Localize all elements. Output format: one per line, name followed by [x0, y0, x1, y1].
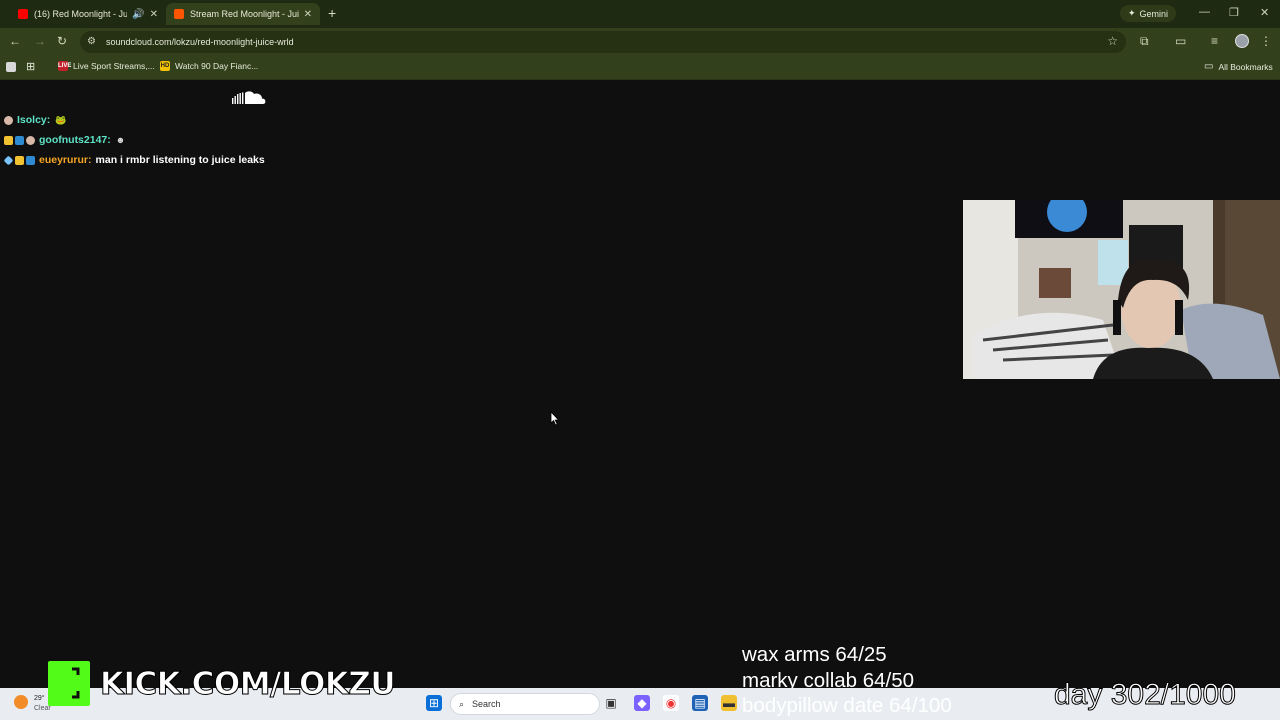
tab-strip: (16) Red Moonlight - Juice 🔊 ✕ Stream Re… [0, 0, 1280, 28]
speaker-icon[interactable]: 🔊 [132, 9, 144, 20]
bookmark-star-icon[interactable]: ☆ [1107, 34, 1118, 48]
live-icon: LIVE [58, 61, 72, 71]
hd-icon: HD [160, 61, 170, 71]
crown-badge-icon [15, 155, 24, 165]
sword-badge-icon [3, 155, 14, 165]
chat-username: goofnuts2147: [39, 134, 111, 146]
emote-icon: ☻ [115, 135, 126, 145]
close-tab-icon[interactable]: ✕ [304, 9, 312, 20]
webcam-feed [963, 200, 1280, 379]
mouse-cursor-icon [550, 411, 560, 426]
bookmarks-bar: ⊞ LIVE Live Sport Streams,... HD Watch 9… [0, 56, 1280, 80]
task-view-icon[interactable]: ▣ [603, 695, 619, 711]
bookmark-label: Watch 90 Day Fianc... [175, 61, 259, 71]
subscriber-badge-icon [26, 155, 35, 165]
folder-icon: ▭ [1204, 61, 1214, 72]
chat-message: Isolcy: 🐸 [4, 110, 265, 130]
sparkle-icon: ✦ [1128, 8, 1136, 18]
day-counter: day 302/1000 [1054, 678, 1237, 712]
crown-badge-icon [4, 135, 13, 145]
all-bookmarks-label: All Bookmarks [1218, 61, 1273, 72]
weather-temp: 29° [34, 695, 45, 702]
frog-emote-icon: 🐸 [55, 114, 67, 125]
chat-message: eueyrurur: man i rmbr listening to juice… [3, 150, 265, 170]
restore-icon[interactable]: ❐ [1229, 6, 1239, 19]
kick-banner: KICK.COM/LOKZU [48, 661, 396, 706]
kick-logo-icon [48, 661, 90, 706]
page-content: Isolcy: 🐸 goofnuts2147: ☻ eueyrurur: man… [0, 81, 1280, 692]
media-control-icon[interactable]: ≡ [1211, 34, 1218, 48]
tab-soundcloud[interactable]: Stream Red Moonlight - Juice W ✕ [166, 3, 320, 25]
chat-overlay: Isolcy: 🐸 goofnuts2147: ☻ eueyrurur: man… [3, 110, 265, 170]
close-tab-icon[interactable]: ✕ [150, 9, 158, 20]
goal-item: wax arms 64/25 [742, 643, 887, 666]
site-info-icon[interactable]: ⚙ [87, 36, 99, 48]
app-icon[interactable]: ▤ [692, 695, 708, 711]
tab-youtube[interactable]: (16) Red Moonlight - Juice 🔊 ✕ [10, 3, 166, 25]
browser-toolbar: ← → ↻ ⚙ soundcloud.com/lokzu/red-moonlig… [0, 28, 1280, 56]
window-close-icon[interactable]: ✕ [1260, 6, 1269, 19]
minimize-icon[interactable]: — [1199, 6, 1210, 18]
chrome-icon[interactable]: ◉ [663, 695, 679, 711]
bookmark-label: Live Sport Streams,... [73, 61, 155, 71]
subscriber-badge-icon [15, 135, 24, 145]
search-icon: ⌕ [459, 698, 465, 709]
search-placeholder: Search [472, 699, 501, 709]
chat-username: eueyrurur: [39, 154, 92, 166]
soundcloud-icon [174, 9, 184, 19]
user-badge-icon [26, 135, 35, 145]
youtube-icon [18, 9, 28, 19]
chat-username: Isolcy: [17, 114, 51, 126]
webcam-image [963, 200, 1280, 379]
profile-avatar[interactable] [1235, 34, 1249, 48]
address-bar[interactable]: ⚙ soundcloud.com/lokzu/red-moonlight-jui… [80, 31, 1126, 53]
all-bookmarks[interactable]: ▭ All Bookmarks [1204, 61, 1273, 72]
weather-icon [14, 695, 28, 709]
file-explorer-icon[interactable]: ▬ [721, 695, 737, 711]
goals-overlay: wax arms 64/25 marky collab 64/50 [742, 642, 914, 694]
new-tab-button[interactable]: + [328, 5, 336, 21]
extensions-icon[interactable]: ⧉ [1140, 34, 1149, 49]
reload-icon[interactable]: ↻ [57, 34, 67, 48]
screen: (16) Red Moonlight - Juice 🔊 ✕ Stream Re… [0, 0, 1280, 720]
gemini-button[interactable]: ✦ Gemini [1120, 5, 1177, 22]
kick-url: KICK.COM/LOKZU [99, 665, 396, 702]
bookmark-item[interactable]: HD Watch 90 Day Fianc... [160, 61, 258, 71]
back-icon[interactable]: ← [9, 34, 21, 48]
gemini-label: Gemini [1139, 8, 1169, 19]
chat-message: goofnuts2147: ☻ [4, 130, 265, 150]
url-text[interactable]: soundcloud.com/lokzu/red-moonlight-juice… [106, 37, 294, 47]
taskbar-search[interactable]: ⌕ Search [450, 693, 600, 715]
user-badge-icon [4, 115, 13, 125]
tab-title: (16) Red Moonlight - Juice [34, 9, 128, 19]
windows-start-icon[interactable]: ⊞ [426, 695, 442, 711]
soundcloud-logo-icon[interactable] [232, 90, 266, 106]
weather-desc: Clear [34, 705, 51, 712]
apps-icon[interactable] [6, 62, 21, 72]
bookmark-item[interactable]: LIVE Live Sport Streams,... [58, 61, 155, 71]
forward-icon[interactable]: → [34, 34, 46, 48]
menu-icon[interactable]: ⋮ [1260, 34, 1272, 48]
copilot-icon[interactable]: ◆ [634, 695, 650, 711]
chat-text: man i rmbr listening to juice leaks [95, 154, 265, 166]
goal-item: bodypillow date 64/100 [742, 694, 952, 717]
cast-icon[interactable]: ▭ [1175, 34, 1186, 48]
grid-icon[interactable]: ⊞ [26, 60, 35, 73]
tab-title: Stream Red Moonlight - Juice W [190, 9, 299, 19]
